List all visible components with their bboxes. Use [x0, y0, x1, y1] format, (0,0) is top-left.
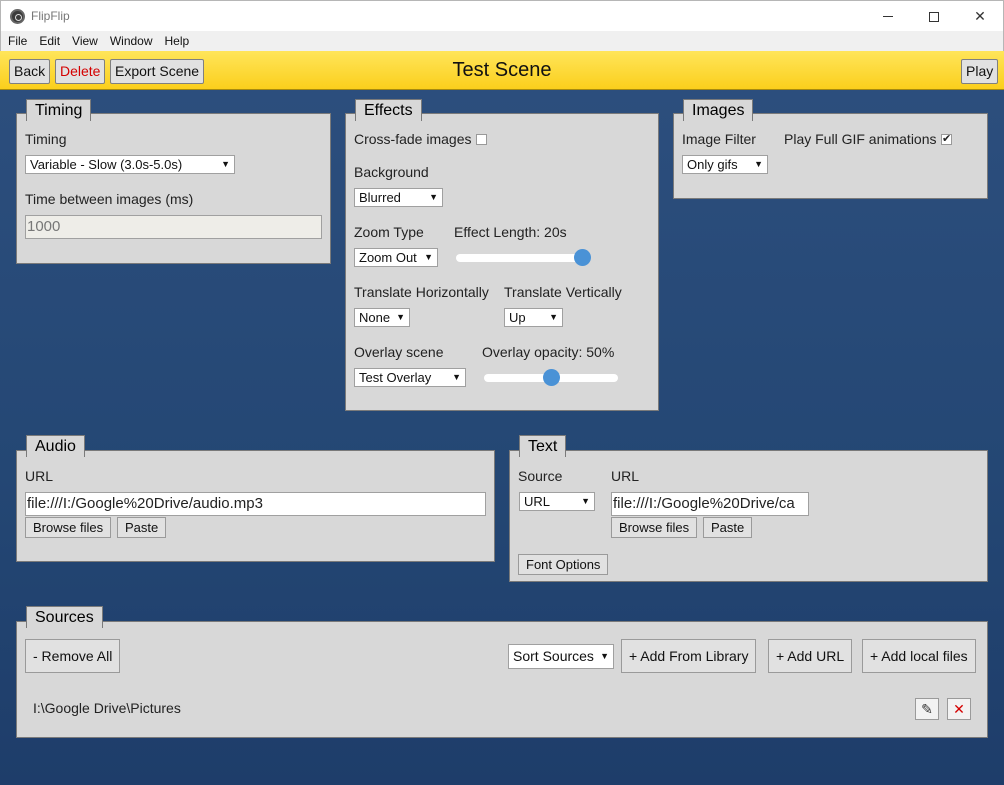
sort-sources-select-value: Sort Sources — [513, 648, 594, 664]
menu-help[interactable]: Help — [159, 34, 196, 48]
overlay-opacity-label: Overlay opacity: 50% — [482, 344, 615, 360]
translate-h-select-value: None — [359, 310, 391, 325]
sources-panel: - Remove All Sort Sources ▼ + Add From Li… — [16, 621, 988, 738]
text-source-select-value: URL — [524, 494, 551, 509]
time-between-label: Time between images (ms) — [25, 191, 194, 207]
timing-label: Timing — [25, 131, 67, 147]
tab-sources: Sources — [26, 606, 103, 628]
add-url-button[interactable]: + Add URL — [768, 639, 853, 673]
chevron-down-icon: ▼ — [754, 159, 763, 169]
chevron-down-icon: ▼ — [549, 312, 558, 322]
timing-panel: Timing Variable - Slow (3.0s-5.0s) ▼ Time… — [16, 113, 331, 264]
chevron-down-icon: ▼ — [424, 252, 433, 262]
close-icon: ✕ — [953, 700, 965, 717]
close-icon: ✕ — [974, 8, 986, 24]
menu-file[interactable]: File — [2, 34, 33, 48]
remove-all-button[interactable]: - Remove All — [25, 639, 121, 673]
effects-panel: Cross-fade images Background Blurred ▼ Zo… — [345, 113, 659, 411]
gif-animations-label: Play Full GIF animations — [784, 131, 937, 147]
menu-window[interactable]: Window — [104, 34, 159, 48]
text-paste-button[interactable]: Paste — [703, 517, 753, 538]
overlay-opacity-slider-handle[interactable] — [543, 369, 560, 386]
tab-images: Images — [683, 99, 754, 121]
audio-paste-button[interactable]: Paste — [117, 517, 167, 538]
background-select-value: Blurred — [359, 190, 401, 205]
overlay-scene-select-value: Test Overlay — [359, 370, 432, 385]
background-label: Background — [354, 164, 429, 180]
edit-source-button[interactable]: ✎ — [915, 698, 939, 720]
effect-length-label: Effect Length: 20s — [454, 224, 567, 240]
audio-panel: URL file:///I:/Google%20Drive/audio.mp3 … — [16, 450, 495, 562]
checkmark-icon: ✔ — [942, 133, 952, 145]
chevron-down-icon: ▼ — [429, 192, 438, 202]
scene-title: Test Scene — [452, 59, 552, 81]
translate-v-label: Translate Vertically — [504, 284, 622, 300]
zoom-type-select[interactable]: Zoom Out ▼ — [354, 248, 438, 267]
translate-v-select-value: Up — [509, 310, 526, 325]
image-filter-select-value: Only gifs — [687, 157, 738, 172]
text-source-label: Source — [518, 468, 563, 484]
background-select[interactable]: Blurred ▼ — [354, 188, 443, 207]
flipflip-logo-icon — [10, 9, 25, 24]
app-title: FlipFlip — [31, 9, 70, 23]
zoom-type-select-value: Zoom Out — [359, 250, 417, 265]
translate-v-select[interactable]: Up ▼ — [504, 308, 563, 327]
text-source-select[interactable]: URL ▼ — [519, 492, 595, 511]
window-titlebar: FlipFlip ✕ — [0, 0, 1004, 31]
timing-select[interactable]: Variable - Slow (3.0s-5.0s) ▼ — [25, 155, 235, 174]
gif-animations-checkbox[interactable]: ✔ — [941, 134, 952, 145]
tab-effects: Effects — [355, 99, 422, 121]
list-item: I:\Google Drive\Pictures ✎ ✕ — [17, 694, 987, 724]
remove-source-button[interactable]: ✕ — [947, 698, 971, 720]
chevron-down-icon: ▼ — [396, 312, 405, 322]
overlay-opacity-slider[interactable] — [484, 369, 618, 386]
add-local-files-button[interactable]: + Add local files — [862, 639, 976, 673]
text-browse-button[interactable]: Browse files — [611, 517, 698, 538]
audio-url-input[interactable]: file:///I:/Google%20Drive/audio.mp3 — [25, 492, 486, 516]
tab-audio: Audio — [26, 435, 85, 457]
chevron-down-icon: ▼ — [221, 159, 230, 169]
minimize-icon — [883, 16, 893, 17]
text-url-input[interactable]: file:///I:/Google%20Drive/ca — [611, 492, 809, 516]
effect-length-slider[interactable] — [456, 249, 591, 266]
menu-edit[interactable]: Edit — [33, 34, 66, 48]
chevron-down-icon: ▼ — [581, 496, 590, 506]
audio-url-label: URL — [25, 468, 54, 484]
add-from-library-button[interactable]: + Add From Library — [621, 639, 757, 673]
font-options-button[interactable]: Font Options — [518, 554, 609, 575]
tab-timing: Timing — [26, 99, 92, 121]
audio-browse-button[interactable]: Browse files — [25, 517, 112, 538]
menu-view[interactable]: View — [66, 34, 104, 48]
sort-sources-select[interactable]: Sort Sources ▼ — [508, 644, 614, 669]
image-filter-label: Image Filter — [682, 131, 756, 147]
chevron-down-icon: ▼ — [452, 372, 461, 382]
timing-select-value: Variable - Slow (3.0s-5.0s) — [30, 157, 183, 172]
overlay-scene-label: Overlay scene — [354, 344, 444, 360]
maximize-icon — [929, 11, 939, 22]
effect-length-slider-handle[interactable] — [574, 249, 591, 266]
play-button[interactable]: Play — [961, 59, 999, 84]
images-panel: Image Filter Only gifs ▼ Play Full GIF an… — [673, 113, 988, 199]
source-path: I:\Google Drive\Pictures — [33, 700, 181, 716]
zoom-type-label: Zoom Type — [354, 224, 424, 240]
scene-header: Back Delete Export Scene Test Scene Play — [0, 51, 1004, 90]
maximize-button[interactable] — [911, 1, 957, 32]
minimize-button[interactable] — [865, 1, 911, 32]
text-panel: Source URL ▼ URL file:///I:/Google%20Driv… — [509, 450, 988, 582]
translate-h-label: Translate Horizontally — [354, 284, 489, 300]
text-url-label: URL — [611, 468, 640, 484]
close-window-button[interactable]: ✕ — [957, 1, 1003, 32]
translate-h-select[interactable]: None ▼ — [354, 308, 410, 327]
time-between-input: 1000 — [25, 215, 322, 239]
image-filter-select[interactable]: Only gifs ▼ — [682, 155, 768, 174]
crossfade-label: Cross-fade images — [354, 131, 472, 147]
pencil-icon: ✎ — [921, 700, 933, 717]
chevron-down-icon: ▼ — [600, 651, 609, 661]
menu-bar: File Edit View Window Help — [0, 31, 1004, 51]
crossfade-checkbox[interactable] — [476, 134, 487, 145]
tab-text: Text — [519, 435, 567, 457]
overlay-scene-select[interactable]: Test Overlay ▼ — [354, 368, 466, 387]
